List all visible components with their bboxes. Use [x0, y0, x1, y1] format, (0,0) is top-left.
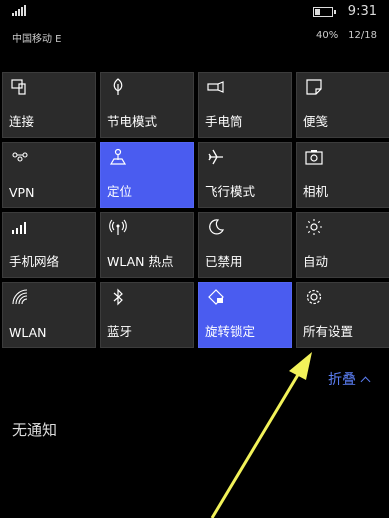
tile-label: 飞行模式 — [205, 184, 256, 199]
gear-icon — [305, 288, 323, 306]
tile-label: 旋转锁定 — [205, 324, 256, 339]
tile-wifi[interactable]: WLAN — [2, 282, 96, 348]
tile-label: 相机 — [303, 184, 329, 199]
tile-rotation-lock[interactable]: 旋转锁定 — [198, 282, 292, 348]
brightness-icon — [305, 218, 323, 236]
moon-icon — [207, 218, 225, 236]
tile-label: 手电筒 — [205, 114, 243, 129]
airplane-icon — [207, 148, 225, 166]
tile-label: WLAN — [9, 325, 47, 340]
tile-note[interactable]: 便笺 — [296, 72, 389, 138]
bluetooth-icon — [109, 288, 127, 306]
annotation-arrow-shaft — [210, 367, 304, 518]
quick-actions-grid: 连接 节电模式 手电筒 便笺 VPN 定位 飞行模式 相机手机网络 WLAN 热点 已禁用 自动 WL… — [2, 72, 389, 348]
cellular-icon — [11, 218, 29, 236]
collapse-label: 折叠 — [328, 372, 356, 388]
vpn-icon — [11, 148, 29, 166]
tile-label: 自动 — [303, 254, 329, 269]
tile-label: 手机网络 — [9, 254, 60, 269]
annotation-arrow-head — [289, 352, 312, 380]
tile-camera[interactable]: 相机 — [296, 142, 389, 208]
status-bar: 9:31 中国移动 E 40% 12/18 — [0, 0, 389, 48]
tile-label: 节电模式 — [107, 114, 158, 129]
tile-brightness[interactable]: 自动 — [296, 212, 389, 278]
connect-icon — [11, 78, 29, 96]
camera-icon — [305, 148, 323, 166]
tile-label: 定位 — [107, 184, 133, 199]
tile-label: 连接 — [9, 114, 35, 129]
battery-percent: 40% — [316, 30, 339, 41]
tile-moon[interactable]: 已禁用 — [198, 212, 292, 278]
wifi-icon — [11, 288, 29, 306]
tile-connect[interactable]: 连接 — [2, 72, 96, 138]
status-time: 9:31 — [347, 4, 377, 19]
tile-label: 已禁用 — [205, 254, 243, 269]
flashlight-icon — [207, 78, 225, 96]
tile-airplane[interactable]: 飞行模式 — [198, 142, 292, 208]
hotspot-icon — [109, 218, 127, 236]
carrier-name: 中国移动 E — [12, 34, 62, 45]
tile-battery-saver[interactable]: 节电模式 — [100, 72, 194, 138]
rotation-lock-icon — [207, 288, 225, 306]
tile-label: VPN — [9, 185, 35, 200]
battery-icon — [313, 7, 336, 17]
tile-flashlight[interactable]: 手电筒 — [198, 72, 292, 138]
tile-label: 便笺 — [303, 114, 329, 129]
tile-label: 所有设置 — [303, 324, 354, 339]
chevron-up-icon — [360, 376, 371, 387]
no-notifications-text: 无通知 — [12, 421, 58, 439]
tile-label: 蓝牙 — [107, 324, 133, 339]
tile-vpn[interactable]: VPN — [2, 142, 96, 208]
status-date: 12/18 — [348, 30, 377, 41]
note-icon — [305, 78, 323, 96]
tile-bluetooth[interactable]: 蓝牙 — [100, 282, 194, 348]
battery-saver-icon — [109, 78, 127, 96]
tile-label: WLAN 热点 — [107, 254, 174, 269]
collapse-button[interactable]: 折叠 — [328, 369, 371, 389]
tile-location[interactable]: 定位 — [100, 142, 194, 208]
tile-gear[interactable]: 所有设置 — [296, 282, 389, 348]
location-icon — [109, 148, 127, 166]
tile-cellular[interactable]: 手机网络 — [2, 212, 96, 278]
signal-strength-icon — [12, 4, 28, 16]
tile-hotspot[interactable]: WLAN 热点 — [100, 212, 194, 278]
